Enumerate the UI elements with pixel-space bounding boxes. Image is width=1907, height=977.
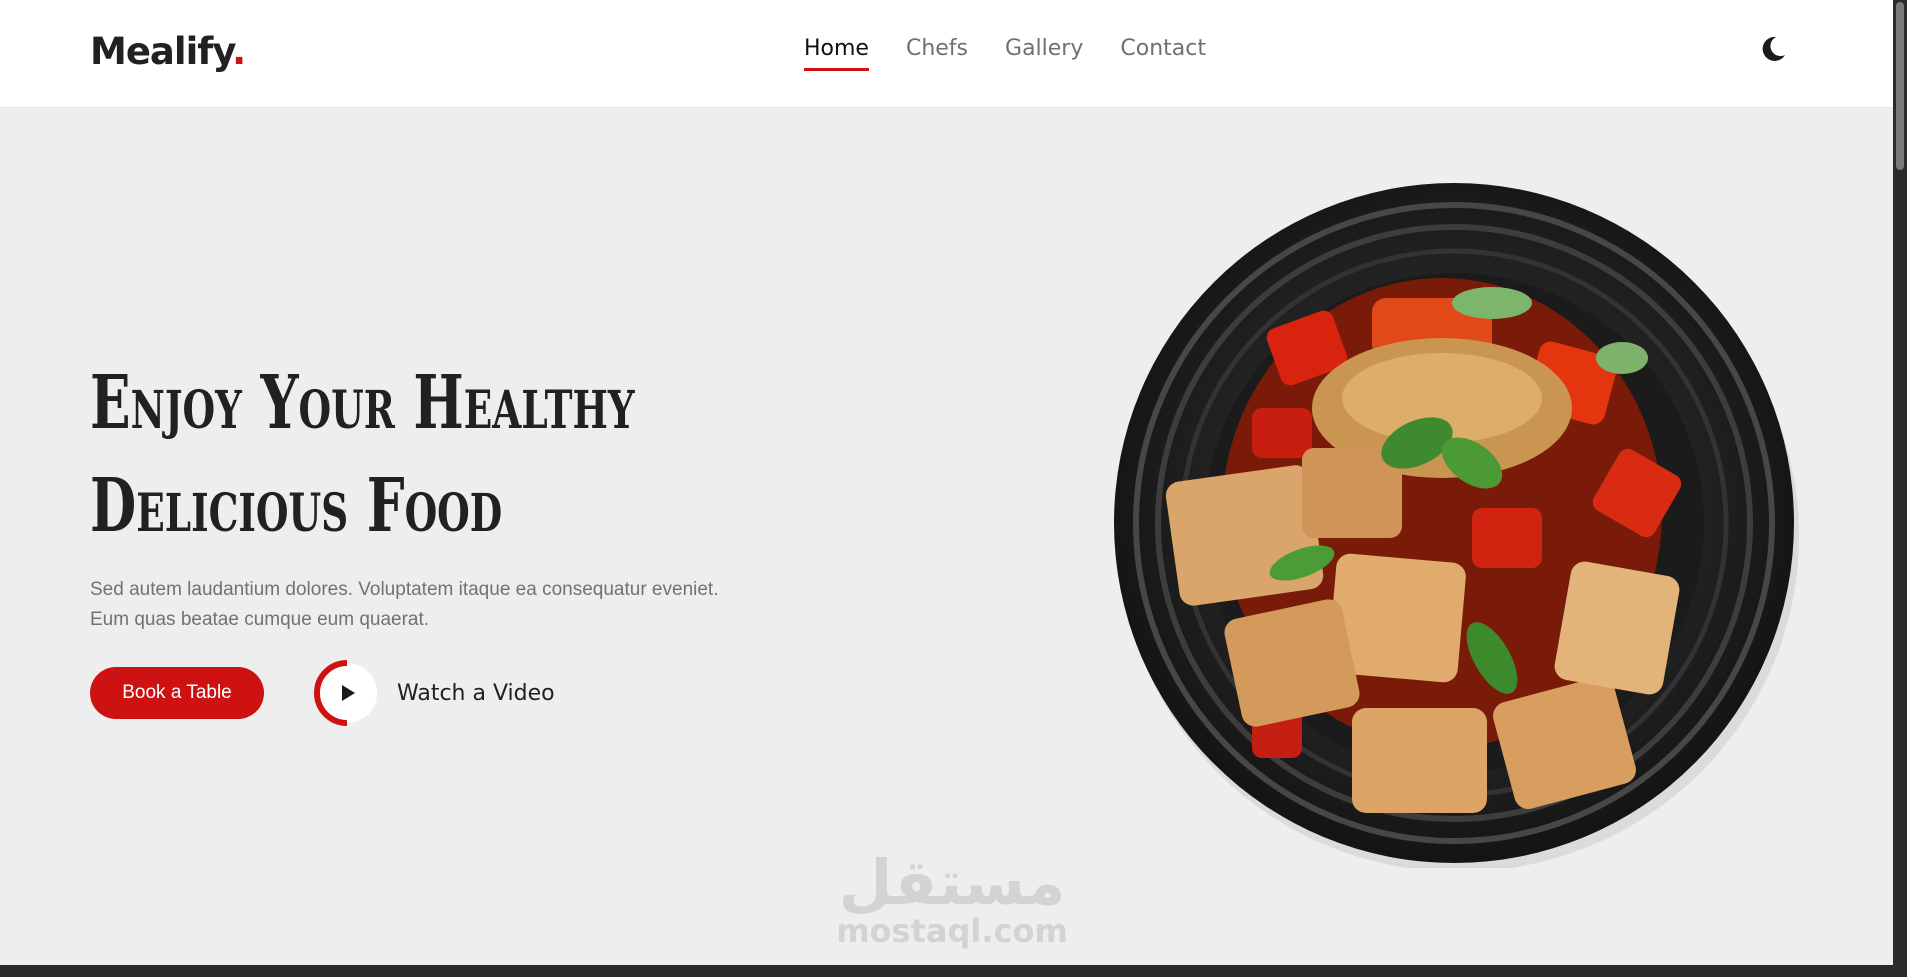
play-icon [314, 660, 377, 726]
logo-dot: . [232, 30, 246, 73]
logo[interactable]: Mealify. [90, 30, 246, 73]
book-table-button[interactable]: Book a Table [90, 667, 264, 719]
site-header: Mealify. Home Chefs Gallery Contact [0, 0, 1893, 108]
hero-description-line1: Sed autem laudantium dolores. Voluptatem… [90, 579, 719, 600]
window-bottom-edge [0, 965, 1907, 977]
watch-video-button[interactable]: Watch a Video [314, 660, 555, 726]
watermark-arabic: مستقل [838, 846, 1066, 919]
theme-toggle-button[interactable] [1758, 34, 1788, 64]
hero-title-line2: Delicious Food [90, 463, 503, 549]
hero-description-line2: Eum quas beatae cumque eum quaerat. [90, 609, 430, 630]
logo-text: Mealify [90, 30, 233, 73]
watch-video-label: Watch a Video [397, 680, 555, 706]
watermark-latin: mostaql.com [836, 912, 1068, 950]
play-ring [314, 660, 380, 726]
nav-item-home[interactable]: Home [804, 36, 869, 71]
hero-title: Enjoy Your Healthy Delicious Food [90, 352, 635, 558]
hero-dish-image [1112, 178, 1802, 872]
moon-icon [1762, 36, 1785, 61]
nav-item-chefs[interactable]: Chefs [906, 36, 968, 71]
watermark: مستقل mostaql.com [836, 846, 1068, 950]
scrollbar-thumb[interactable] [1896, 2, 1904, 170]
vertical-scrollbar[interactable] [1893, 0, 1907, 977]
hero-title-line1: Enjoy Your Healthy [90, 360, 635, 446]
nav-item-gallery[interactable]: Gallery [1005, 36, 1083, 71]
hero-description: Sed autem laudantium dolores. Voluptatem… [90, 575, 790, 635]
nav-item-contact[interactable]: Contact [1120, 36, 1206, 71]
page: Mealify. Home Chefs Gallery Contact Enjo… [0, 0, 1893, 965]
main-nav: Home Chefs Gallery Contact [804, 36, 1206, 71]
